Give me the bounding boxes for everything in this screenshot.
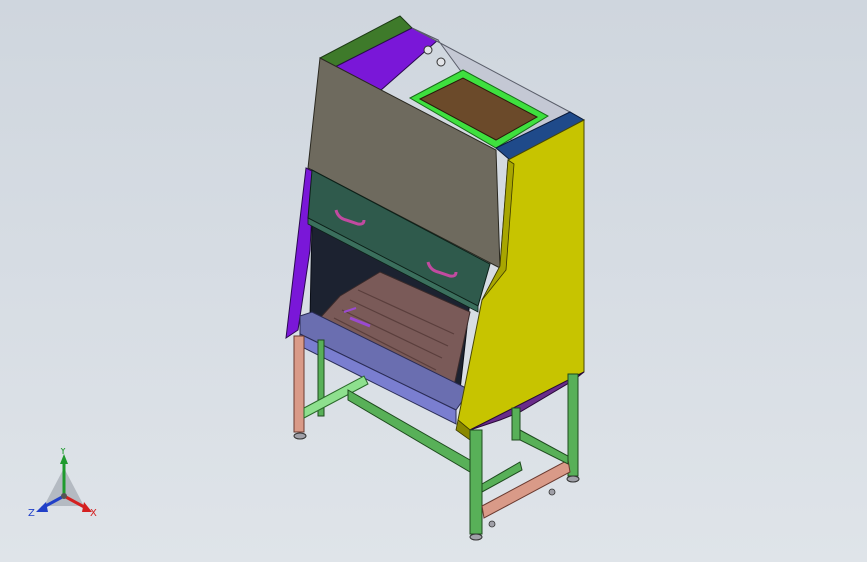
cad-viewport[interactable] <box>0 0 867 562</box>
leg-front-left <box>293 335 305 433</box>
leg-inner <box>511 407 521 441</box>
leg-front-right <box>469 429 483 535</box>
top-knob-2[interactable] <box>436 57 446 67</box>
coordinate-triad[interactable]: Y X Z <box>26 448 106 524</box>
crossbar-right <box>481 459 571 519</box>
z-axis-label: Z <box>28 508 35 519</box>
crossbar-mid <box>519 429 569 465</box>
caster-1 <box>488 520 496 528</box>
triad-origin <box>61 493 67 499</box>
foot-front-left <box>293 432 307 440</box>
leg-rear-right <box>567 373 579 477</box>
foot-rear-right <box>566 475 580 483</box>
caster-2 <box>548 488 556 496</box>
biosafety-cabinet-model[interactable] <box>285 15 586 441</box>
foot-front-right <box>469 533 483 541</box>
top-knob-1[interactable] <box>423 45 433 55</box>
x-axis-label: X <box>90 508 97 519</box>
y-axis-label: Y <box>59 448 67 457</box>
z-axis-arrow <box>36 502 48 512</box>
